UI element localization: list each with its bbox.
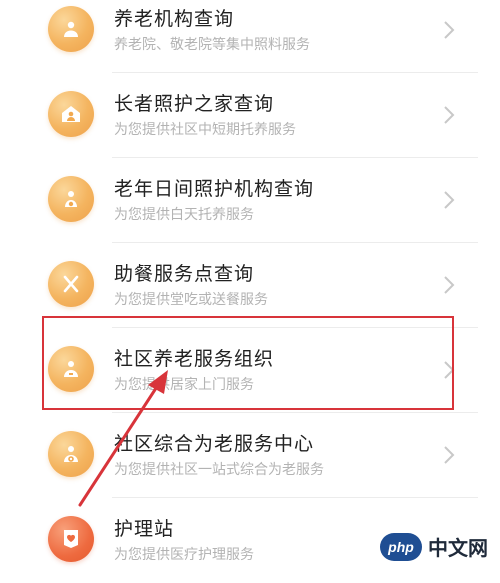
list-item[interactable]: 社区综合为老服务中心 为您提供社区一站式综合为老服务 — [0, 413, 500, 498]
nursing-heart-icon — [48, 516, 94, 562]
item-subtitle: 为您提供堂吃或送餐服务 — [114, 292, 268, 308]
list-item[interactable]: 养老机构查询 养老院、敬老院等集中照料服务 — [0, 0, 500, 73]
chevron-right-icon — [444, 106, 455, 124]
item-subtitle: 为您提供社区中短期托养服务 — [114, 122, 296, 138]
meal-icon — [48, 261, 94, 307]
item-subtitle: 为您提供白天托养服务 — [114, 207, 254, 223]
chevron-right-icon — [444, 191, 455, 209]
item-title: 护理站 — [114, 518, 175, 540]
day-care-icon — [48, 176, 94, 222]
item-title: 长者照护之家查询 — [114, 93, 275, 115]
watermark-text: 中文网 — [428, 536, 488, 560]
list-item[interactable]: 长者照护之家查询 为您提供社区中短期托养服务 — [0, 73, 500, 158]
house-elder-icon — [48, 91, 94, 137]
watermark-badge: php — [380, 532, 422, 561]
item-subtitle: 为您提供医疗护理服务 — [114, 547, 254, 563]
item-title: 老年日间照护机构查询 — [114, 178, 315, 200]
item-subtitle: 养老院、敬老院等集中照料服务 — [114, 37, 310, 53]
highlight-box — [42, 316, 454, 410]
watermark: php 中文网 — [380, 532, 488, 561]
list-item[interactable]: 老年日间照护机构查询 为您提供白天托养服务 — [0, 158, 500, 243]
chevron-right-icon — [444, 21, 455, 39]
service-list: 养老机构查询 养老院、敬老院等集中照料服务 长者照护之家查询 为您提供社区中短期… — [0, 0, 500, 567]
chevron-right-icon — [444, 446, 455, 464]
item-subtitle: 为您提供社区一站式综合为老服务 — [114, 462, 324, 478]
service-center-icon — [48, 431, 94, 477]
chevron-right-icon — [444, 276, 455, 294]
item-title: 养老机构查询 — [114, 8, 235, 30]
item-title: 助餐服务点查询 — [114, 263, 255, 285]
home-person-icon — [48, 6, 94, 52]
item-title: 社区综合为老服务中心 — [114, 433, 315, 455]
